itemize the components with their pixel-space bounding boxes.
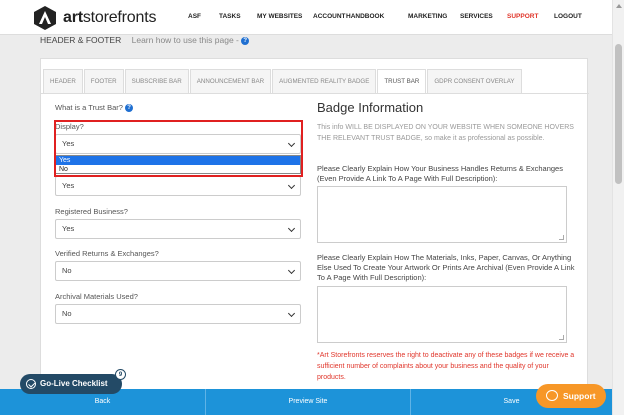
tab-subscribe-bar[interactable]: SUBSCRIBE BAR <box>124 69 189 93</box>
archival-question-label: Please Clearly Explain How The Materials… <box>317 253 575 282</box>
chevron-down-icon <box>287 181 296 190</box>
tab-announcement-bar[interactable]: ANNOUNCEMENT BAR <box>189 69 272 93</box>
resize-handle-icon[interactable] <box>559 235 564 240</box>
registered-business-select[interactable]: Yes <box>55 219 301 239</box>
support-chat-button[interactable]: Support <box>536 384 606 408</box>
archival-description-textarea[interactable] <box>317 286 567 343</box>
archival-materials-label: Archival Materials Used? <box>55 292 138 301</box>
go-live-label: Go-Live Checklist <box>40 379 108 388</box>
tab-bar: HEADER FOOTER SUBSCRIBE BAR ANNOUNCEMENT… <box>41 69 523 94</box>
nav-tasks[interactable]: TASKS <box>219 13 241 20</box>
tab-footer[interactable]: FOOTER <box>83 69 124 93</box>
checkmark-circle-icon <box>26 379 36 389</box>
page-title: HEADER & FOOTER <box>40 35 122 45</box>
help-icon: ? <box>125 104 134 113</box>
support-label: Support <box>563 391 596 401</box>
archival-materials-select[interactable]: No <box>55 304 301 324</box>
help-icon[interactable]: ? <box>241 36 250 45</box>
chevron-down-icon <box>287 224 296 233</box>
chevron-down-icon <box>287 309 296 318</box>
registered-business-label: Registered Business? <box>55 207 128 216</box>
nav-account[interactable]: ACCOUNT <box>313 13 346 20</box>
page-header: HEADER & FOOTER Learn how to use this pa… <box>40 35 250 45</box>
returns-question-label: Please Clearly Explain How Your Business… <box>317 164 563 183</box>
nav-marketing[interactable]: MARKETING <box>408 13 447 20</box>
tab-header[interactable]: HEADER <box>43 69 83 93</box>
disclaimer-text: *Art Storefronts reserves the right to d… <box>317 352 575 381</box>
preview-site-button[interactable]: Preview Site <box>206 389 410 415</box>
brand-name: artstorefronts <box>63 9 157 26</box>
tab-divider <box>41 93 589 94</box>
scroll-thumb[interactable] <box>615 44 622 184</box>
badge-intro-text: This info WILL BE DISPLAYED ON YOUR WEBS… <box>317 124 574 142</box>
tab-gdpr-consent-overlay[interactable]: GDPR CONSENT OVERLAY <box>427 69 522 93</box>
tab-augmented-reality-badge[interactable]: AUGMENTED REALITY BADGE <box>272 69 377 93</box>
returns-exchanges-label: Verified Returns & Exchanges? <box>55 249 159 258</box>
nav-logout[interactable]: LOGOUT <box>554 13 582 20</box>
resize-handle-icon[interactable] <box>559 335 564 340</box>
go-live-checklist-button[interactable]: Go-Live Checklist 9 <box>20 369 126 394</box>
nav-handbook[interactable]: HANDBOOK <box>346 13 384 20</box>
annotation-highlight-box <box>54 120 303 177</box>
nav-services[interactable]: SERVICES <box>460 13 493 20</box>
learn-link[interactable]: Learn how to use this page - <box>132 35 239 45</box>
top-navigation: artstorefronts ASF TASKS MY WEBSITES ACC… <box>0 0 612 35</box>
nav-asf[interactable]: ASF <box>188 13 201 20</box>
badge-information-title: Badge Information <box>317 100 424 115</box>
nav-support[interactable]: SUPPORT <box>507 13 538 20</box>
what-is-trust-bar-link[interactable]: What is a Trust Bar? ? <box>55 103 134 113</box>
returns-description-textarea[interactable] <box>317 186 567 243</box>
returns-exchanges-select[interactable]: No <box>55 261 301 281</box>
tab-trust-bar[interactable]: TRUST BAR <box>377 69 427 94</box>
scroll-up-arrow-icon[interactable] <box>616 4 622 8</box>
checklist-count-badge: 9 <box>115 369 126 380</box>
logo-icon <box>34 6 56 30</box>
chat-bubble-icon <box>546 390 558 401</box>
nav-my-websites[interactable]: MY WEBSITES <box>257 13 302 20</box>
hidden-field-select[interactable]: Yes <box>55 176 301 196</box>
chevron-down-icon <box>287 266 296 275</box>
brand-logo[interactable]: artstorefronts <box>32 5 156 31</box>
page-scrollbar[interactable] <box>612 0 624 415</box>
